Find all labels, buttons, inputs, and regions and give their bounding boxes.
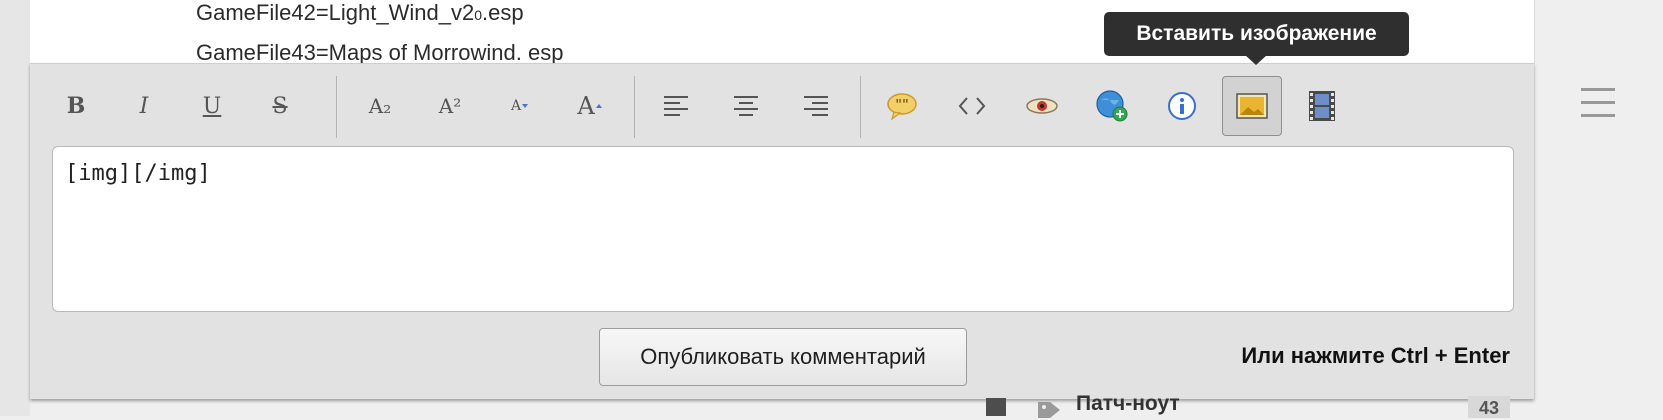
tag-marker bbox=[986, 398, 1006, 416]
tag-label: Патч-ноут bbox=[1076, 392, 1180, 415]
tooltip-arrow bbox=[1245, 55, 1267, 65]
insert-video-button[interactable] bbox=[1292, 76, 1352, 136]
align-left-icon bbox=[664, 96, 688, 116]
font-size-decrease-button[interactable]: A bbox=[490, 76, 550, 136]
editor-toolbar: B I U S A₂ A² A A "" bbox=[30, 64, 1534, 148]
code-button[interactable] bbox=[942, 76, 1002, 136]
bold-button[interactable]: B bbox=[46, 76, 106, 136]
content-text: GameFile42=Light_Wind_v2 bbox=[196, 0, 475, 25]
align-right-button[interactable] bbox=[786, 76, 846, 136]
font-decrease-icon: A bbox=[510, 98, 522, 114]
align-center-icon bbox=[734, 96, 758, 116]
align-left-button[interactable] bbox=[646, 76, 706, 136]
insert-link-button[interactable] bbox=[1082, 76, 1142, 136]
italic-button[interactable]: I bbox=[114, 76, 174, 136]
eye-icon bbox=[1026, 98, 1058, 114]
quote-button[interactable]: "" bbox=[872, 76, 932, 136]
strikethrough-icon: S bbox=[272, 93, 288, 119]
underline-icon: U bbox=[202, 93, 222, 119]
comment-editor: B I U S A₂ A² A A "" [img][/img] Опублик… bbox=[30, 63, 1534, 399]
toolbar-separator bbox=[860, 76, 861, 138]
left-gutter bbox=[0, 0, 30, 416]
globe-link-icon bbox=[1096, 90, 1128, 122]
content-line: GameFile42=Light_Wind_v20.esp bbox=[196, 0, 524, 26]
toolbar-separator bbox=[634, 76, 635, 138]
hamburger-menu-icon[interactable] bbox=[1581, 88, 1615, 118]
spoiler-button[interactable] bbox=[1012, 76, 1072, 136]
code-icon bbox=[958, 97, 986, 115]
quote-bubble-icon: "" bbox=[887, 93, 917, 120]
align-right-icon bbox=[804, 96, 828, 116]
superscript-icon: A² bbox=[438, 94, 462, 118]
strikethrough-button[interactable]: S bbox=[250, 76, 310, 136]
keyboard-shortcut-hint: Или нажмите Ctrl + Enter bbox=[1241, 343, 1510, 368]
info-icon bbox=[1168, 92, 1196, 120]
tag-count-badge: 43 bbox=[1468, 396, 1510, 418]
comment-textarea[interactable]: [img][/img] bbox=[52, 146, 1514, 312]
film-icon bbox=[1309, 91, 1335, 121]
chevron-up-icon bbox=[595, 104, 602, 108]
info-button[interactable] bbox=[1152, 76, 1212, 136]
insert-image-button[interactable] bbox=[1222, 76, 1282, 136]
content-text: .esp bbox=[482, 0, 524, 25]
chevron-down-icon bbox=[522, 104, 529, 108]
align-center-button[interactable] bbox=[716, 76, 776, 136]
font-size-increase-button[interactable]: A bbox=[560, 76, 620, 136]
image-icon bbox=[1236, 93, 1268, 119]
tooltip: Вставить изображение bbox=[1104, 12, 1409, 56]
font-increase-icon: A bbox=[577, 92, 595, 120]
subscript-icon: A₂ bbox=[368, 94, 392, 118]
svg-text:"": "" bbox=[895, 98, 909, 113]
superscript-button[interactable]: A² bbox=[420, 76, 480, 136]
subscript-button[interactable]: A₂ bbox=[350, 76, 410, 136]
content-text: 0 bbox=[474, 7, 483, 23]
publish-comment-button[interactable]: Опубликовать комментарий bbox=[599, 328, 967, 386]
sidebar-tag-item[interactable]: Патч-ноут 43 bbox=[986, 392, 1510, 418]
underline-button[interactable]: U bbox=[182, 76, 242, 136]
tag-icon bbox=[1038, 402, 1060, 418]
bold-icon: B bbox=[66, 93, 86, 119]
italic-icon: I bbox=[139, 93, 149, 119]
toolbar-separator bbox=[336, 76, 337, 138]
